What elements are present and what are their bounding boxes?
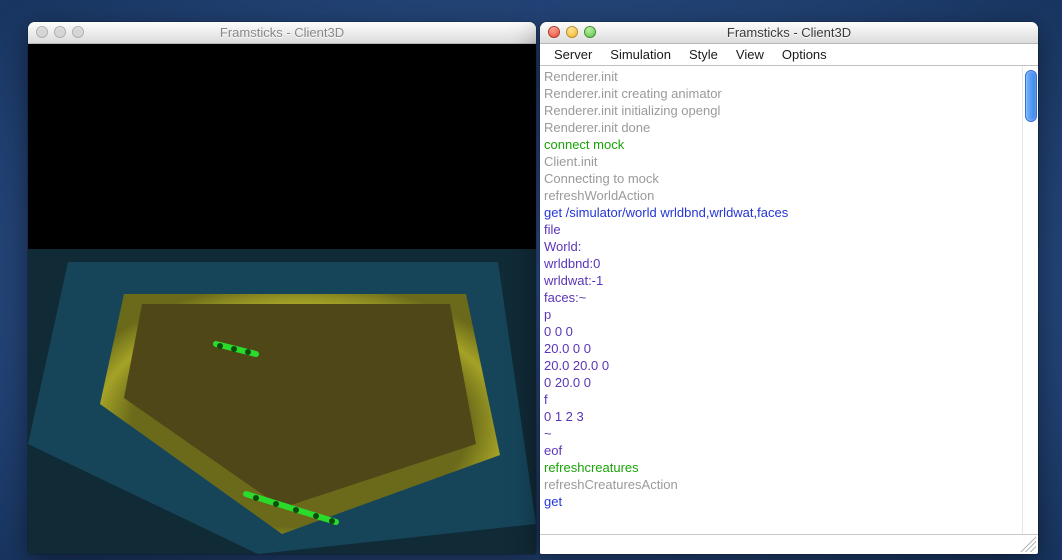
log-line: 20.0 20.0 0 [544,357,1018,374]
log-line: Renderer.init done [544,119,1018,136]
log-line: get [544,493,1018,510]
log-line: Connecting to mock [544,170,1018,187]
scroll-thumb[interactable] [1025,70,1037,122]
log-line: Client.init [544,153,1018,170]
log-line: 0 1 2 3 [544,408,1018,425]
log-line: World: [544,238,1018,255]
log-line: eof [544,442,1018,459]
traffic-lights [548,26,596,38]
log-line: 0 0 0 [544,323,1018,340]
zoom-icon[interactable] [72,26,84,38]
menu-style[interactable]: Style [681,45,726,64]
log-output: Renderer.initRenderer.init creating anim… [540,66,1022,534]
menu-simulation[interactable]: Simulation [602,45,679,64]
traffic-lights [36,26,84,38]
viewport-window: Framsticks - Client3D [28,22,536,554]
window-title: Framsticks - Client3D [727,25,851,40]
log-line: file [544,221,1018,238]
log-line: Renderer.init initializing opengl [544,102,1018,119]
log-line: wrldbnd:0 [544,255,1018,272]
log-line: p [544,306,1018,323]
log-line: faces:~ [544,289,1018,306]
zoom-icon[interactable] [584,26,596,38]
gl-viewport[interactable] [28,44,536,554]
log-line: get /simulator/world wrldbnd,wrldwat,fac… [544,204,1018,221]
menu-server[interactable]: Server [546,45,600,64]
log-line: Renderer.init creating animator [544,85,1018,102]
menu-options[interactable]: Options [774,45,835,64]
log-line: ~ [544,425,1018,442]
menubar: Server Simulation Style View Options [540,44,1038,66]
command-input[interactable] [540,535,1018,554]
log-line: refreshWorldAction [544,187,1018,204]
minimize-icon[interactable] [54,26,66,38]
titlebar[interactable]: Framsticks - Client3D [540,22,1038,44]
console-window: Framsticks - Client3D Server Simulation … [540,22,1038,554]
log-line: 0 20.0 0 [544,374,1018,391]
titlebar[interactable]: Framsticks - Client3D [28,22,536,44]
log-line: wrldwat:-1 [544,272,1018,289]
log-line: refreshcreatures [544,459,1018,476]
log-line: connect mock [544,136,1018,153]
close-icon[interactable] [36,26,48,38]
log-line: f [544,391,1018,408]
log-line: refreshCreaturesAction [544,476,1018,493]
minimize-icon[interactable] [566,26,578,38]
log-line: 20.0 0 0 [544,340,1018,357]
scrollbar[interactable] [1022,66,1038,534]
close-icon[interactable] [548,26,560,38]
log-line: Renderer.init [544,68,1018,85]
resize-grip-icon[interactable] [1020,536,1036,552]
menu-view[interactable]: View [728,45,772,64]
window-title: Framsticks - Client3D [220,25,344,40]
